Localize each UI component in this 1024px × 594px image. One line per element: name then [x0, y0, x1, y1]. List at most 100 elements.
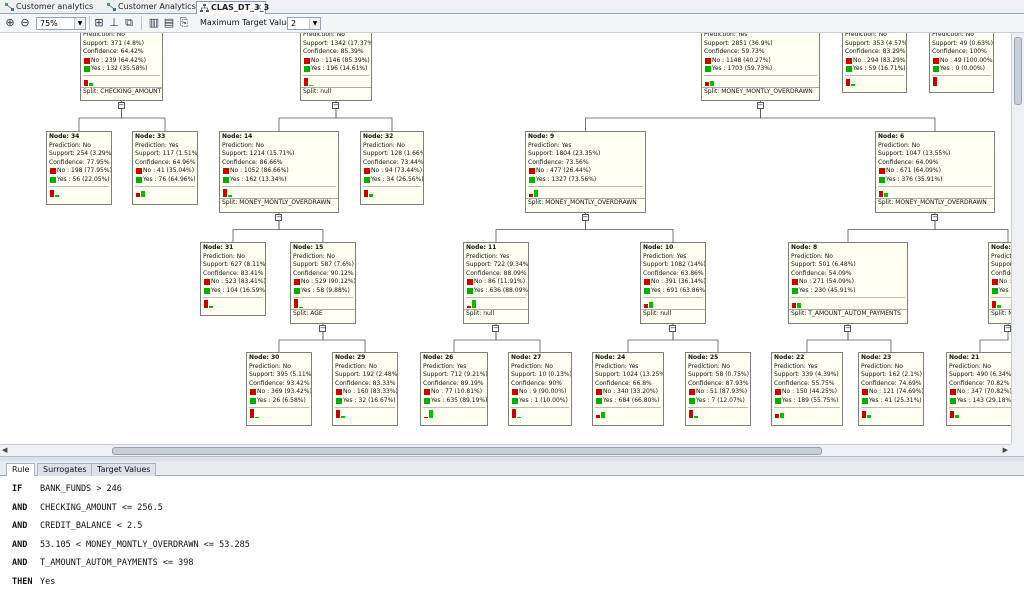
- node-yes-count: Yes : 684 (66.80%): [595, 397, 661, 406]
- histogram-bar-no: [529, 194, 533, 197]
- tree-node[interactable]: Node: 33 Prediction: Yes Support: 117 (1.5…: [132, 131, 198, 205]
- collapse-node-icon[interactable]: −: [117, 102, 125, 109]
- scroll-thumb[interactable]: [112, 447, 822, 455]
- collapse-node-icon[interactable]: −: [319, 325, 326, 332]
- tree-node[interactable]: Node: 34 Prediction: No Support: 254 (3.29…: [46, 131, 112, 205]
- tab-target-values[interactable]: Target Values: [91, 463, 157, 476]
- node-histogram: [991, 296, 1011, 309]
- zoom-in-icon[interactable]: ⊕: [3, 16, 17, 30]
- export-icon[interactable]: ⎘: [177, 16, 191, 30]
- no-swatch-icon: [862, 389, 868, 396]
- node-histogram: [774, 406, 840, 419]
- tree-node[interactable]: Node: 23 Prediction: No Support: 162 (2.1%…: [858, 352, 924, 426]
- tree-node[interactable]: Node: 14 Prediction: No Support: 1214 (15.…: [219, 131, 339, 213]
- tree-node[interactable]: Prediction: No Support: 353 (4.57%) Confid…: [842, 33, 907, 93]
- collapse-node-icon[interactable]: −: [492, 325, 499, 332]
- collapse-node-icon[interactable]: −: [756, 102, 764, 109]
- node-split: Split: MONEY_MONTLY_OVERDRAWN: [876, 197, 994, 208]
- node-support: Support: 49 (0.63%): [932, 39, 993, 47]
- node-no-count: No : 391 (36.14%): [643, 278, 705, 287]
- rule-condition: CHECKING_AMOUNT <= 256.5: [40, 502, 163, 513]
- collapse-node-icon[interactable]: −: [332, 102, 339, 109]
- rule-keyword: AND: [12, 539, 28, 550]
- tree-node[interactable]: Node: 30 Prediction: No Support: 395 (5.11…: [246, 352, 312, 426]
- no-swatch-icon: [992, 279, 998, 286]
- no-swatch-icon: [250, 389, 256, 396]
- chevron-down-icon: ▼: [309, 18, 320, 29]
- node-yes-count: Yes : 132 (35.58%): [83, 65, 160, 74]
- class-count-text: No : 94 (73.44%): [371, 167, 423, 175]
- fit-to-window-icon[interactable]: ⊞: [92, 16, 106, 30]
- class-count-text: Yes : 32 (16.67%): [343, 396, 396, 404]
- histogram-bar-no: [136, 193, 140, 197]
- vertical-scrollbar[interactable]: [1011, 33, 1024, 444]
- tree-node[interactable]: Prediction: No Support: 371 (4.8%) Confide…: [80, 33, 163, 101]
- tree-node[interactable]: Node: 29 Prediction: No Support: 192 (2.48…: [332, 352, 398, 426]
- node-split: Split: T_AMOUNT_AUTOM_PAYMENTS: [789, 308, 907, 319]
- collapse-node-icon[interactable]: −: [581, 214, 589, 221]
- collapse-node-icon[interactable]: −: [844, 325, 851, 332]
- table-view-icon[interactable]: ▤: [162, 16, 176, 30]
- collapse-node-icon[interactable]: −: [669, 325, 676, 332]
- max-target-select[interactable]: 2 ▼: [287, 17, 321, 30]
- tree-node[interactable]: Node: 15 Prediction: No Support: 587 (7.6%…: [290, 242, 356, 324]
- tree-canvas[interactable]: Prediction: No Support: 371 (4.8%) Confide…: [0, 33, 1011, 444]
- close-tab-icon[interactable]: ✕: [255, 2, 262, 14]
- tab-rule[interactable]: Rule: [6, 463, 36, 477]
- tab-customer-analytics-1[interactable]: Customer analytics: [2, 1, 102, 14]
- tab-surrogates[interactable]: Surrogates: [37, 463, 93, 476]
- tree-node[interactable]: Node: 25 Prediction: No Support: 58 (0.75%…: [685, 352, 751, 426]
- tab-customer-analytics-2[interactable]: Customer Analytics: [104, 1, 208, 14]
- tree-node[interactable]: Node: 8 Prediction: No Support: 501 (6.48%…: [788, 242, 908, 324]
- node-yes-count: Yes : 76 (64.96%): [135, 176, 196, 185]
- histogram-bar-yes: [55, 194, 59, 197]
- tree-node[interactable]: Node: 31 Prediction: No Support: 627 (8.11…: [200, 242, 266, 316]
- node-no-count: No : 150 (44.25%): [774, 388, 840, 397]
- tree-node[interactable]: Node: 24 Prediction: Yes Support: 1024 (13…: [592, 352, 664, 426]
- tree-node[interactable]: Node: 26 Prediction: Yes Support: 712 (9.2…: [420, 352, 488, 426]
- node-yes-count: Yes : 140: [991, 287, 1011, 296]
- scroll-right-icon[interactable]: ▶: [1003, 445, 1008, 456]
- expand-all-icon[interactable]: ⧉: [122, 16, 136, 30]
- tree-node[interactable]: Node: 32 Prediction: No Support: 128 (1.66…: [360, 131, 424, 205]
- tree-node[interactable]: Prediction: No Support: 1342 (17.37%) Conf…: [300, 33, 372, 101]
- class-count-text: Yes : 684 (66.80%): [603, 396, 660, 404]
- tree-node[interactable]: Node: 11 Prediction: Yes Support: 722 (9.3…: [463, 242, 529, 324]
- tab-clas-dt-3-3[interactable]: CLAS_DT_3_3 ✕: [196, 1, 269, 14]
- class-count-text: Yes : 26 (6.58%): [257, 396, 306, 404]
- tree-node[interactable]: Node: 21 Prediction: No Support: 490 (6.34…: [946, 352, 1011, 426]
- node-confidence: Confidence: 83.33%: [335, 379, 396, 387]
- tree-node[interactable]: Node: 7Prediction: NoSupport: 546Confide…: [988, 242, 1011, 324]
- tree-node[interactable]: Node: 10 Prediction: Yes Support: 1082 (14…: [640, 242, 706, 324]
- horizontal-scrollbar[interactable]: ◀ ▶: [0, 444, 1011, 456]
- tree-node[interactable]: Prediction: Yes Support: 2851 (36.9%) Conf…: [701, 33, 820, 101]
- tree-node[interactable]: Node: 9 Prediction: Yes Support: 1804 (23.…: [525, 131, 646, 213]
- scroll-thumb[interactable]: [1014, 37, 1022, 105]
- node-histogram: [249, 406, 309, 419]
- node-no-count: No : 294 (83.29%): [845, 57, 906, 66]
- node-no-count: No : 121 (74.69%): [861, 388, 923, 397]
- layout-tree-icon[interactable]: ⊥: [107, 16, 121, 30]
- chart-view-icon[interactable]: ▥: [147, 16, 161, 30]
- toolbar-separator: [141, 16, 142, 30]
- node-yes-count: Yes : 7 (12.07%): [688, 397, 748, 406]
- zoom-out-icon[interactable]: ⊖: [18, 16, 32, 30]
- collapse-node-icon[interactable]: −: [1004, 325, 1011, 332]
- collapse-node-icon[interactable]: −: [275, 214, 282, 221]
- node-no-count: No : 198 (77.95%): [49, 167, 111, 176]
- histogram-bar-yes: [997, 305, 1001, 308]
- node-prediction: Prediction: No: [878, 141, 920, 149]
- scroll-left-icon[interactable]: ◀: [2, 445, 7, 456]
- tree-node[interactable]: Node: 27 Prediction: No Support: 10 (0.13%…: [508, 352, 572, 426]
- tree-node[interactable]: Node: 22 Prediction: Yes Support: 339 (4.3…: [771, 352, 843, 426]
- tree-node[interactable]: Prediction: No Support: 49 (0.63%) Confide…: [929, 33, 994, 93]
- rule-line: AND CREDIT_BALANCE < 2.5: [12, 521, 142, 531]
- zoom-select[interactable]: 75% ▼: [36, 17, 86, 30]
- rule-keyword: THEN: [12, 576, 33, 587]
- node-yes-count: Yes : 56 (22.05%): [49, 176, 110, 185]
- node-confidence: Confidence: 85.39%: [303, 48, 364, 56]
- collapse-node-icon[interactable]: −: [931, 214, 938, 221]
- node-prediction: Prediction: Yes: [135, 141, 179, 149]
- histogram-bar-no: [689, 409, 693, 418]
- tree-node[interactable]: Node: 6 Prediction: No Support: 1047 (13.5…: [875, 131, 995, 213]
